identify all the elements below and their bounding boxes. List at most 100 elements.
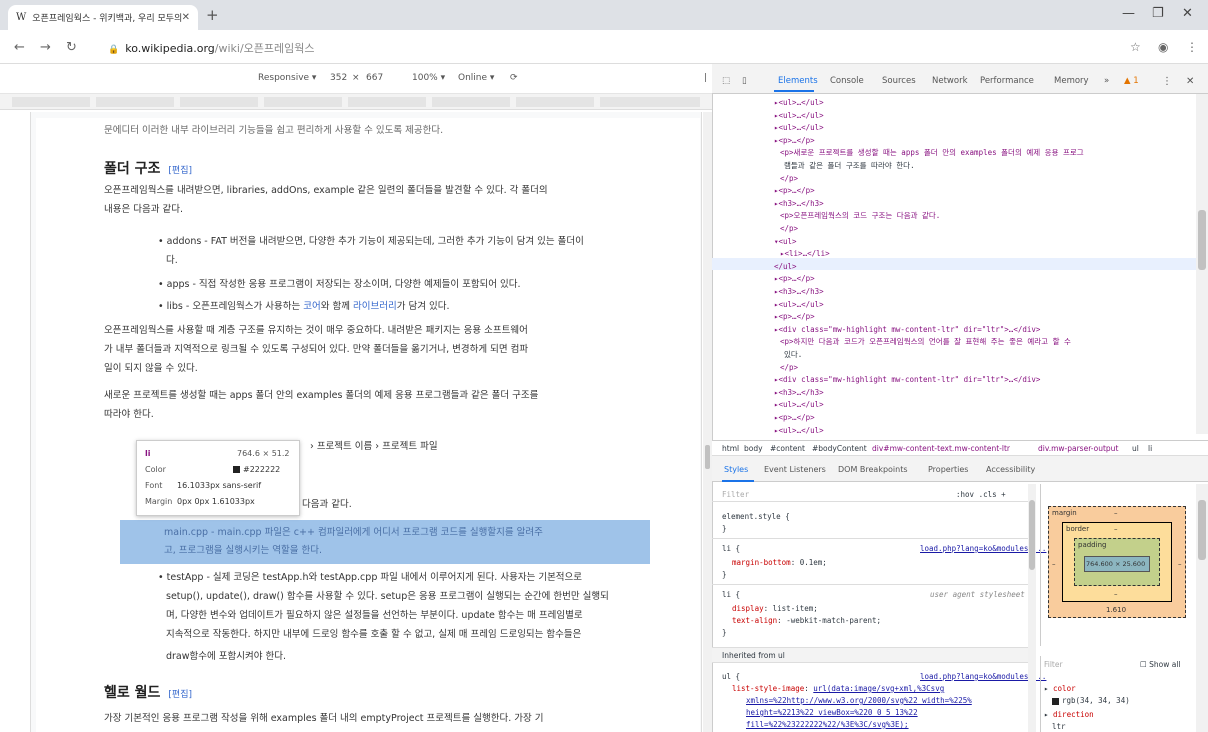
browser-tab[interactable]: W 오픈프레임웍스 - 위키백과, 우리 모두의 백과사전 ✕ xyxy=(8,5,198,30)
responsive-select[interactable]: Responsive ▾ xyxy=(258,73,316,83)
hov-cls-buttons[interactable]: :hov .cls + xyxy=(956,490,1006,499)
page-scrollbar-thumb[interactable] xyxy=(705,445,710,469)
zoom-select[interactable]: 100% ▾ xyxy=(412,73,445,83)
breadcrumb-content-text[interactable]: div#mw-content-text.mw-content-ltr xyxy=(872,444,1010,453)
breadcrumb-html[interactable]: html xyxy=(722,444,739,453)
dom-node-row[interactable]: </p> xyxy=(780,224,798,234)
subtab-dom-breakpoints[interactable]: DOM Breakpoints xyxy=(838,465,908,474)
warning-badge[interactable]: ▲ 1 xyxy=(1124,76,1139,86)
dom-node-row[interactable]: <p>새로운 프로젝트를 생성할 때는 apps 폴더 안의 examples … xyxy=(780,148,1084,158)
tab-elements[interactable]: Elements xyxy=(778,76,818,86)
dom-node-row[interactable]: ▸<ul>…</ul> xyxy=(774,426,824,436)
subtab-event-listeners[interactable]: Event Listeners xyxy=(764,465,826,474)
new-tab-icon[interactable]: + xyxy=(206,6,219,24)
margin-right-value[interactable]: – xyxy=(1178,560,1182,568)
media-query-bar[interactable] xyxy=(0,94,712,110)
menu-kebab-icon[interactable]: ⋮ xyxy=(1186,40,1198,54)
margin-top-value[interactable]: – xyxy=(1114,509,1118,517)
maximize-icon[interactable]: ❐ xyxy=(1152,6,1164,21)
reload-icon[interactable]: ↻ xyxy=(66,40,77,55)
dom-node-row[interactable]: ▸<ul>…</ul> xyxy=(774,111,824,121)
svg-data-url[interactable]: xmlns=%22http://www.w3.org/2000/svg%22 w… xyxy=(746,696,972,705)
breadcrumb-ul[interactable]: ul xyxy=(1132,444,1139,453)
bookmark-star-icon[interactable]: ☆ xyxy=(1130,40,1141,54)
rule-selector[interactable]: li { xyxy=(722,544,740,553)
rule-selector[interactable]: li { xyxy=(722,590,740,599)
styles-filter-input[interactable]: Filter xyxy=(722,490,749,499)
network-select[interactable]: Online ▾ xyxy=(458,73,494,83)
url-field[interactable]: 🔒 ko.wikipedia.org/wiki/오픈프레임웍스 xyxy=(108,40,315,56)
subtab-accessibility[interactable]: Accessibility xyxy=(986,465,1035,474)
breadcrumb-body[interactable]: body xyxy=(744,444,763,453)
back-icon[interactable]: ← xyxy=(14,40,25,55)
active-subtab-indicator xyxy=(722,480,754,482)
dom-node-row[interactable]: ▸<li>…</li> xyxy=(780,249,830,259)
rotate-icon[interactable]: ⟳ xyxy=(510,73,518,83)
width-input[interactable]: 352 xyxy=(330,73,347,83)
dom-node-row[interactable]: ▸<p>…</p> xyxy=(774,186,815,196)
rule-selector[interactable]: ul { xyxy=(722,672,740,681)
subtab-styles[interactable]: Styles xyxy=(724,465,748,474)
edit-link[interactable]: [편집] xyxy=(168,690,192,700)
close-tab-icon[interactable]: ✕ xyxy=(182,12,190,23)
tab-console[interactable]: Console xyxy=(830,76,864,86)
dom-node-row[interactable]: ▸<h3>…</h3> xyxy=(774,287,824,297)
dom-node-row[interactable]: ▸<ul>…</ul> xyxy=(774,98,824,108)
dom-node-row[interactable]: ▸<ul>…</ul> xyxy=(774,400,824,410)
margin-left-value[interactable]: – xyxy=(1052,560,1056,568)
core-link[interactable]: 코어 xyxy=(303,301,320,312)
edit-link[interactable]: [편집] xyxy=(168,166,192,176)
dom-node-row[interactable]: </p> xyxy=(780,174,798,184)
dom-node-row[interactable]: ▸<h3>…</h3> xyxy=(774,199,824,209)
computed-scrollbar-thumb[interactable] xyxy=(1198,500,1206,560)
tab-performance[interactable]: Performance xyxy=(980,76,1034,86)
paragraph-line: 가장 기본적인 응용 프로그램 작성을 위해 examples 폴더 내의 em… xyxy=(104,713,544,724)
height-input[interactable]: 667 xyxy=(366,73,383,83)
breadcrumb-parser-output[interactable]: div.mw-parser-output xyxy=(1038,444,1118,453)
profile-icon[interactable]: ◉ xyxy=(1158,40,1168,54)
dom-node-row[interactable]: ▸<p>…</p> xyxy=(774,312,815,322)
dom-node-row[interactable]: ▸<div class="mw-highlight mw-content-ltr… xyxy=(774,325,1040,335)
svg-data-url[interactable]: height=%2213%22 viewBox=%220 0 5 13%22 xyxy=(746,708,918,717)
elements-scrollbar-thumb[interactable] xyxy=(1198,210,1206,270)
margin-bottom-value[interactable]: 1.610 xyxy=(1106,606,1126,614)
dom-node-row[interactable]: </p> xyxy=(780,363,798,373)
svg-data-url[interactable]: fill=%22%23222222%22/%3E%3C/svg%3E); xyxy=(746,720,909,729)
dom-node-row[interactable]: 램들과 같은 폴더 구조를 따라야 한다. xyxy=(784,161,915,171)
more-tabs-icon[interactable]: » xyxy=(1104,76,1109,86)
subtab-properties[interactable]: Properties xyxy=(928,465,968,474)
dom-node-row[interactable]: 있다. xyxy=(784,350,802,360)
border-bottom-value[interactable]: – xyxy=(1114,590,1118,598)
dom-node-row[interactable]: ▸<h3>…</h3> xyxy=(774,388,824,398)
page-scrollbar[interactable] xyxy=(703,112,712,732)
element-style-selector[interactable]: element.style { xyxy=(722,512,790,521)
breadcrumb-content[interactable]: #content xyxy=(770,444,805,453)
dom-node-row[interactable]: ▾<ul> xyxy=(774,237,797,247)
dom-node-row[interactable]: </ul> xyxy=(774,262,797,272)
tab-sources[interactable]: Sources xyxy=(882,76,916,86)
content-size[interactable]: 764.600 × 25.600 xyxy=(1086,560,1145,568)
styles-scrollbar-thumb[interactable] xyxy=(1029,500,1035,570)
computed-filter-input[interactable]: Filter xyxy=(1044,660,1063,669)
library-link[interactable]: 라이브러리 xyxy=(353,301,397,312)
inspect-element-icon[interactable]: ⬚ xyxy=(722,76,730,86)
dom-node-row[interactable]: ▸<p>…</p> xyxy=(774,274,815,284)
dom-node-row[interactable]: ▸<ul>…</ul> xyxy=(774,300,824,310)
close-devtools-icon[interactable]: ✕ xyxy=(1186,76,1194,87)
dom-node-row[interactable]: ▸<div class="mw-highlight mw-content-ltr… xyxy=(774,375,1040,385)
dom-node-row[interactable]: ▸<ul>…</ul> xyxy=(774,123,824,133)
dom-node-row[interactable]: ▸<p>…</p> xyxy=(774,136,815,146)
devtools-menu-icon[interactable]: ⋮ xyxy=(1162,76,1172,87)
close-window-icon[interactable]: ✕ xyxy=(1182,6,1193,21)
dom-node-row[interactable]: <p>하지만 다음과 코드가 오픈프레임웍스의 언어를 잘 표현해 주는 좋은 … xyxy=(780,337,1071,347)
tab-memory[interactable]: Memory xyxy=(1054,76,1089,86)
border-top-value[interactable]: – xyxy=(1114,525,1118,533)
tab-network[interactable]: Network xyxy=(932,76,968,86)
breadcrumb-bodycontent[interactable]: #bodyContent xyxy=(812,444,867,453)
breadcrumb-li[interactable]: li xyxy=(1148,444,1152,453)
device-toggle-icon[interactable]: ▯ xyxy=(742,76,747,86)
minimize-icon[interactable]: — xyxy=(1122,6,1135,21)
dom-node-row[interactable]: <p>오픈프레임웍스의 코드 구조는 다음과 같다. xyxy=(780,211,940,221)
forward-icon[interactable]: → xyxy=(40,40,51,55)
dom-node-row[interactable]: ▸<p>…</p> xyxy=(774,413,815,423)
